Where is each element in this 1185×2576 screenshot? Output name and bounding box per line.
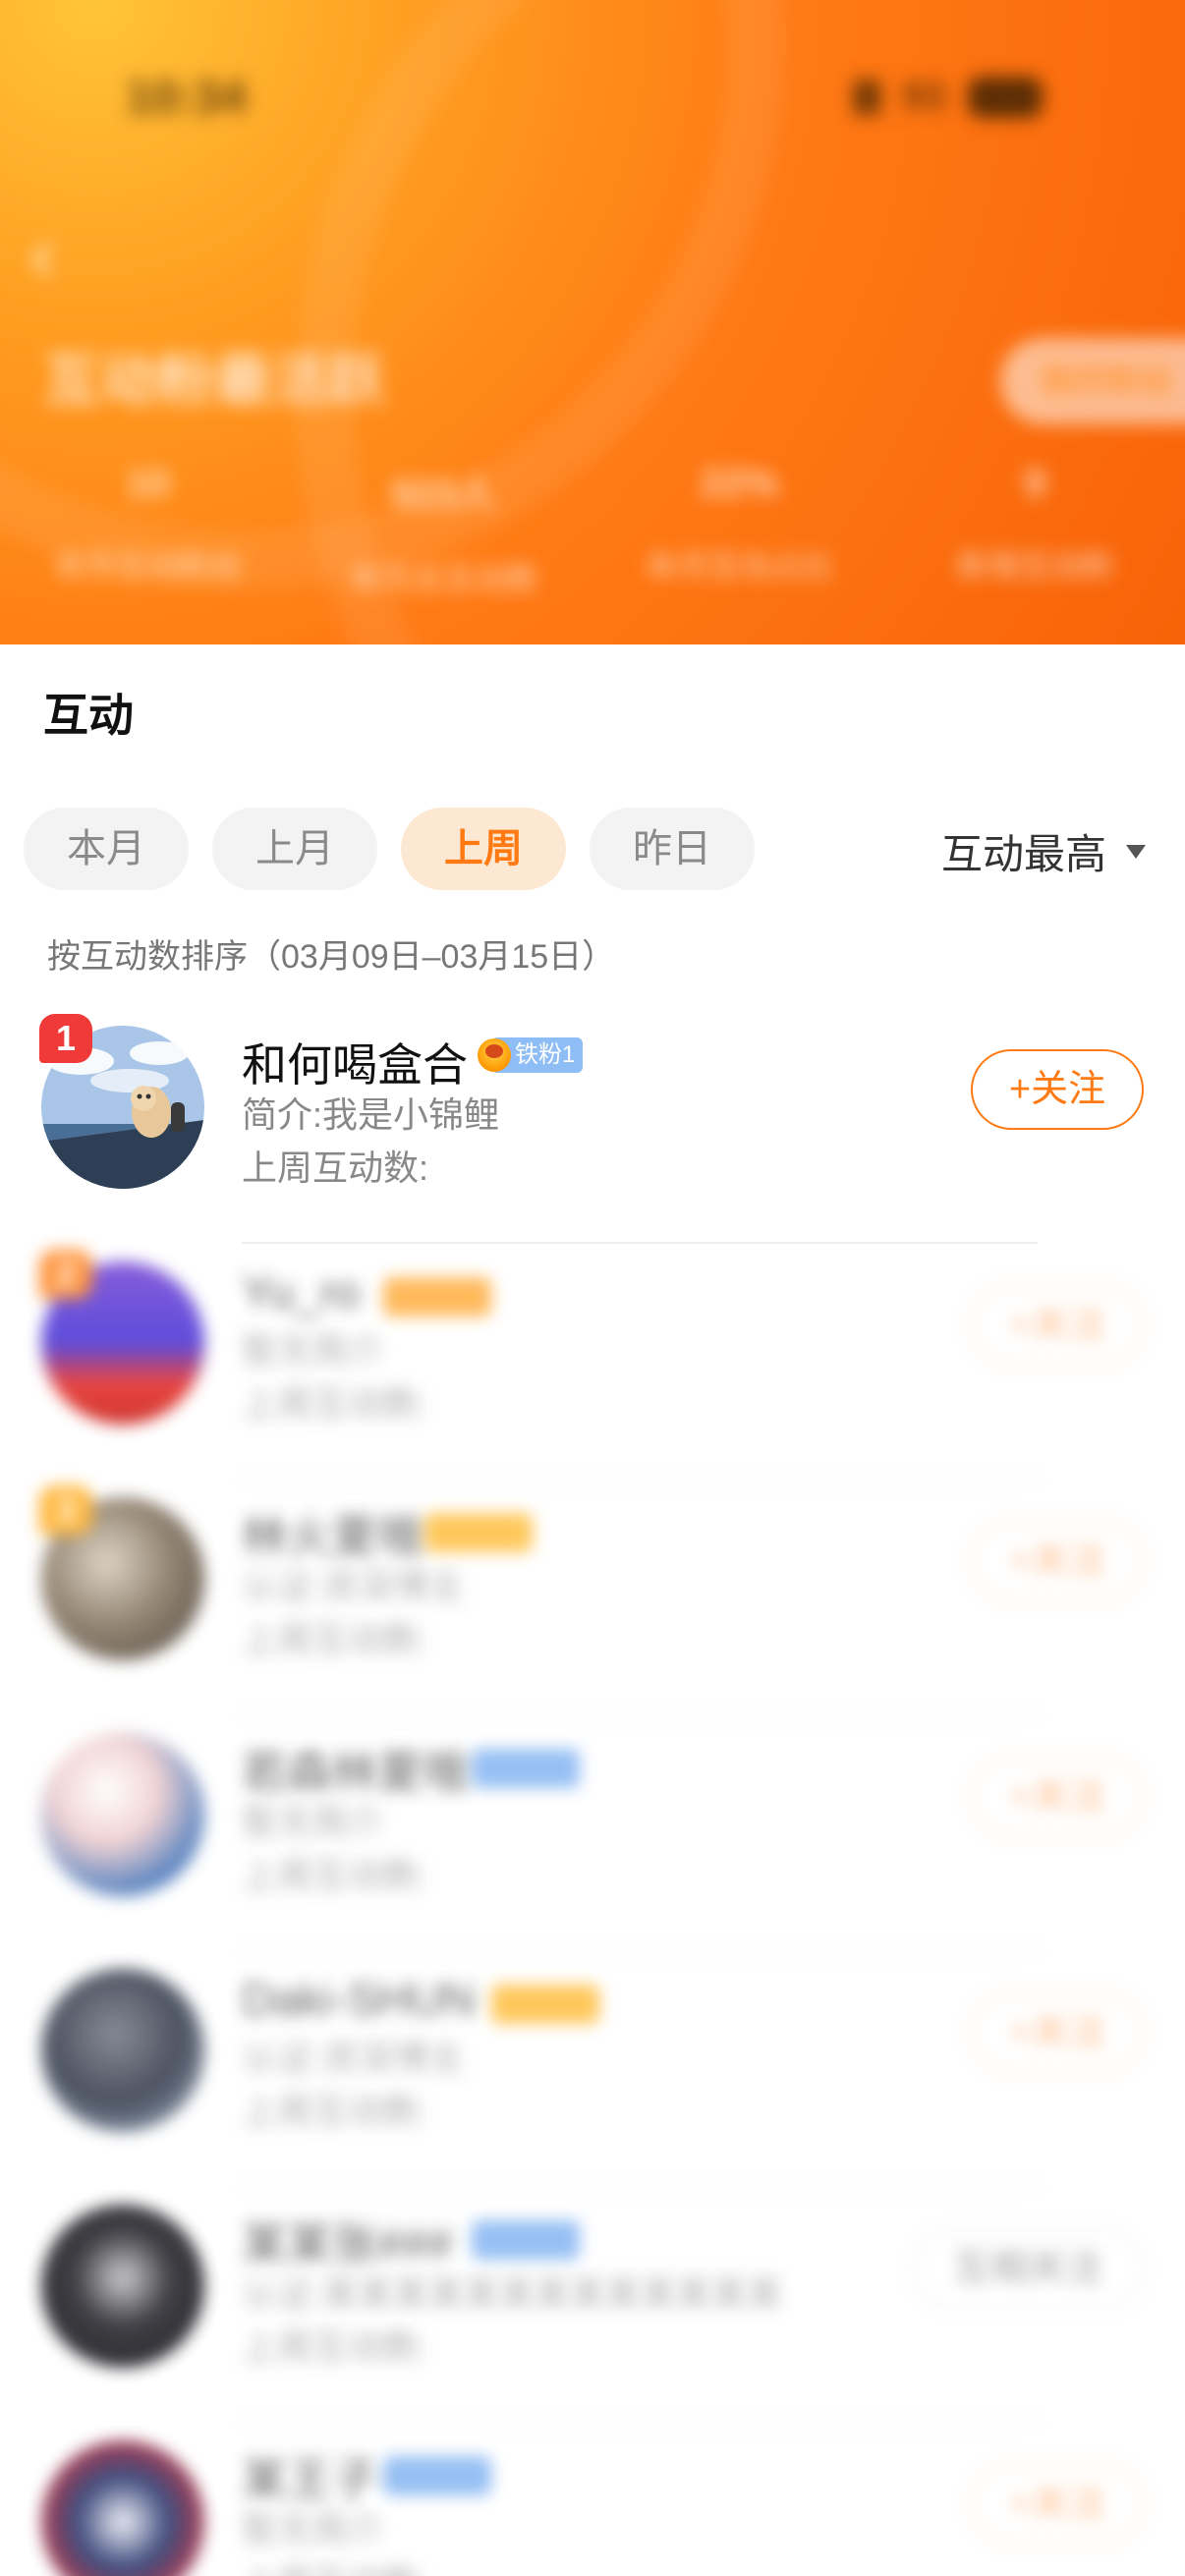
- avatar[interactable]: [41, 2440, 204, 2576]
- fan-row[interactable]: 1 和何喝盒合 铁粉1 简介:我是小锦鲤 上周互动数: +关注: [0, 1008, 1185, 1244]
- fan-level-badge: [472, 1749, 580, 1788]
- header-title: 互动粉最活跃: [43, 349, 386, 413]
- avatar[interactable]: [41, 2205, 204, 2368]
- avatar[interactable]: [41, 1969, 204, 2132]
- stat-value: 923人: [391, 473, 496, 516]
- fan-list: 1 和何喝盒合 铁粉1 简介:我是小锦鲤 上周互动数: +关注 2 Yu_ro …: [0, 1008, 1185, 2576]
- interaction-panel: 互动 本月 上月 上周 昨日 互动最高 按互动数排序（03月09日–03月15日…: [0, 644, 1185, 2576]
- fan-interaction-count: 上周互动数:: [242, 1148, 429, 1188]
- fan-level-label: 铁粉1: [515, 1041, 576, 1068]
- filter-last-month[interactable]: 上月: [212, 808, 377, 890]
- fan-name[interactable]: 和何喝盒合: [242, 1030, 468, 1094]
- signal-icon: [835, 79, 880, 115]
- fan-bio: 暂无简介: [242, 1330, 384, 1371]
- fan-name[interactable]: 若森林夏哦: [242, 1737, 468, 1802]
- follow-button[interactable]: +关注: [971, 1521, 1144, 1601]
- fan-interaction-count: 上周互动数:: [242, 2554, 428, 2576]
- fan-name[interactable]: Daki-SHUN: [242, 1973, 476, 2026]
- follow-button[interactable]: +关注: [971, 1757, 1144, 1837]
- caret-down-icon: [1126, 844, 1146, 859]
- stat-label: 新增互动粉: [956, 548, 1114, 584]
- battery-icon: [967, 76, 1043, 118]
- stat-value: 10: [126, 462, 170, 505]
- fan-interaction-count: 上周互动数:: [242, 1383, 429, 1424]
- follow-button[interactable]: +关注: [971, 1049, 1144, 1130]
- fan-bio: 认证:某某某某某某某某某某某某某: [242, 2273, 783, 2314]
- status-icons: 93: [835, 75, 1043, 119]
- crown-icon: [478, 1038, 511, 1072]
- mutual-follow-button[interactable]: 互相关注: [912, 2228, 1144, 2309]
- battery-percent: 93: [902, 75, 946, 118]
- sort-dropdown[interactable]: 互动最高: [941, 821, 1146, 881]
- header-stat: 10 本月互动粉丝: [0, 462, 296, 599]
- header-banner: 10:34 93 ‹ 互动粉最活跃 我的粉丝 10 本月互动粉丝 923人本月总互…: [0, 0, 1185, 648]
- follow-button[interactable]: +关注: [971, 1285, 1144, 1366]
- stat-label: 本月总互动数: [349, 561, 538, 596]
- avatar[interactable]: [41, 1733, 204, 1896]
- header-action-button[interactable]: 我的粉丝: [1000, 338, 1185, 424]
- stat-label: 本月互动占比: [645, 548, 834, 584]
- header-stat: 9 新增互动粉: [887, 462, 1183, 599]
- fan-bio: 暂无简介: [242, 1802, 384, 1842]
- fan-bio: 认证:资深博主: [242, 1566, 465, 1606]
- fan-name[interactable]: 某某张###: [242, 2209, 453, 2273]
- fan-bio: 暂无简介: [242, 2509, 384, 2549]
- fan-row[interactable]: 若森林夏哦 暂无简介 上周互动数: +关注: [0, 1715, 1185, 1951]
- rank-badge: 1: [39, 1014, 92, 1063]
- header-blur-layer: 10:34 93 ‹ 互动粉最活跃 我的粉丝 10 本月互动粉丝 923人本月总互…: [0, 0, 1185, 648]
- status-time: 10:34: [126, 72, 247, 124]
- rank-badge: 3: [39, 1485, 92, 1535]
- header-stat: 923人本月总互动数: [296, 462, 592, 599]
- date-range-note: 按互动数排序（03月09日–03月15日）: [47, 938, 616, 976]
- stat-value: 9: [1024, 462, 1046, 505]
- period-filter-tabs: 本月 上月 上周 昨日: [24, 808, 755, 890]
- back-icon[interactable]: ‹: [29, 208, 56, 299]
- header-stats: 10 本月互动粉丝 923人本月总互动数 22% 本月互动占比 9 新增互动粉: [0, 462, 1185, 599]
- follow-button[interactable]: +关注: [971, 1992, 1144, 2073]
- fan-level-badge: [424, 1513, 533, 1552]
- fan-level-badge: [491, 1985, 599, 2024]
- fan-level-badge: [383, 1277, 491, 1316]
- fan-name[interactable]: Yu_ro: [242, 1265, 360, 1318]
- follow-button[interactable]: +关注: [971, 2464, 1144, 2545]
- fan-row[interactable]: 3 林火夏哦 认证:资深博主 上周互动数: +关注: [0, 1480, 1185, 1715]
- fan-bio: 简介:我是小锦鲤: [242, 1094, 500, 1135]
- fan-level-badge: [472, 2220, 580, 2260]
- filter-yesterday[interactable]: 昨日: [590, 808, 755, 890]
- fan-interaction-count: 上周互动数:: [242, 2091, 429, 2131]
- filter-this-month[interactable]: 本月: [24, 808, 189, 890]
- sort-label: 互动最高: [940, 831, 1106, 877]
- fan-level-badge: [383, 2456, 491, 2495]
- fan-row[interactable]: 2 Yu_ro 暂无简介 上周互动数: +关注: [0, 1244, 1185, 1480]
- fan-interaction-count: 上周互动数:: [242, 2326, 429, 2367]
- fan-name[interactable]: 林火夏哦: [242, 1501, 423, 1566]
- section-title: 互动: [43, 690, 134, 741]
- stat-label: 本月互动粉丝: [53, 548, 243, 584]
- filter-last-week[interactable]: 上周: [401, 808, 566, 890]
- fan-bio: 认证:资深博主: [242, 2038, 465, 2078]
- rank-badge: 2: [39, 1250, 92, 1299]
- fan-row[interactable]: 某某张### 认证:某某某某某某某某某某某某某 上周互动数: 互相关注: [0, 2187, 1185, 2423]
- fan-interaction-count: 上周互动数:: [242, 1855, 429, 1895]
- fan-row[interactable]: 某王子 暂无简介 上周互动数: +关注: [0, 2423, 1185, 2576]
- header-stat: 22% 本月互动占比: [592, 462, 887, 599]
- fan-level-badge: 铁粉1: [478, 1037, 584, 1073]
- stat-value: 22%: [700, 462, 779, 505]
- fan-row[interactable]: Daki-SHUN 认证:资深博主 上周互动数: +关注: [0, 1951, 1185, 2187]
- fan-interaction-count: 上周互动数:: [242, 1619, 429, 1659]
- fan-name[interactable]: 某王子: [242, 2444, 377, 2509]
